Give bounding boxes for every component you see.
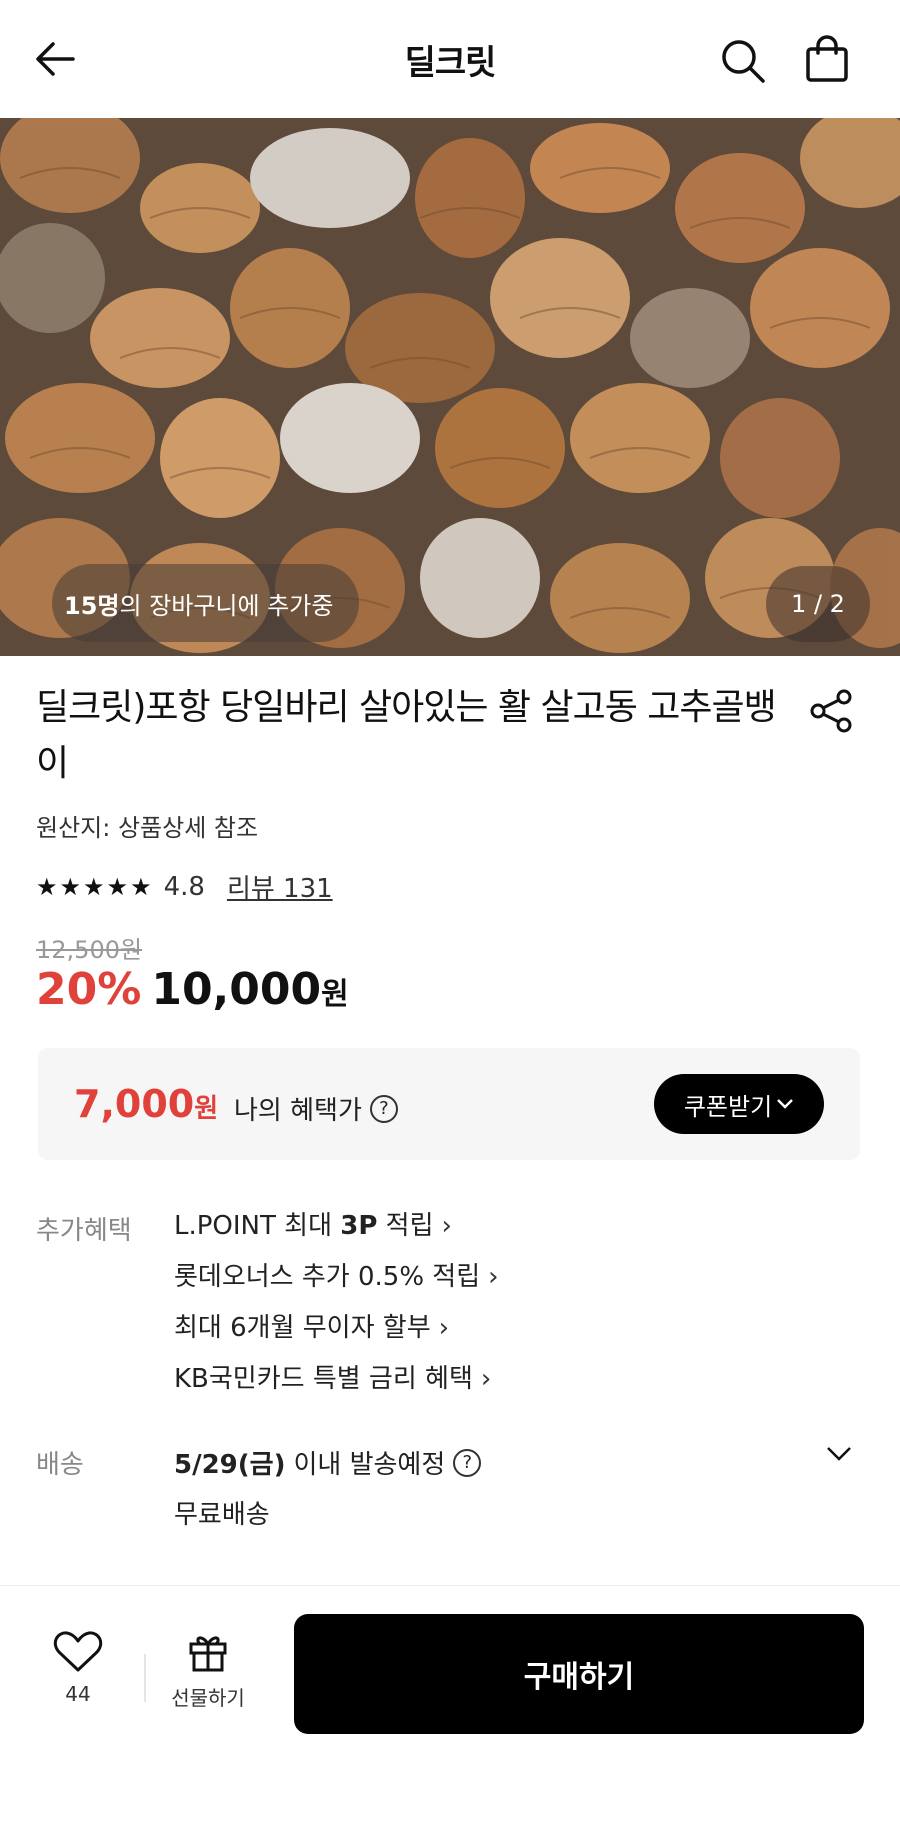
share-button[interactable] [808,688,860,740]
buy-button[interactable]: 구매하기 [294,1614,864,1734]
shipping-date: 5/29(금) 이내 발송예정 ? [174,1444,482,1481]
review-link[interactable]: 리뷰 131 [227,868,333,905]
extra-benefit-item[interactable]: 최대 6개월 무이자 할부 › [174,1312,499,1363]
like-button[interactable]: 44 [48,1630,108,1706]
product-title: 딜크릿)포항 당일바리 살아있는 활 살고동 고추골뱅이 [36,687,777,784]
sale-price: 10,000 [151,964,322,1015]
price-unit: 원 [321,977,349,1012]
image-pager: 1 / 2 [766,566,870,642]
shipping-fee: 무료배송 [174,1500,270,1530]
cart-button[interactable] [800,32,854,86]
shipping-expand-button[interactable] [824,1444,860,1476]
page-title: 딜크릿 [404,42,497,83]
search-icon [722,40,765,83]
like-count: 44 [65,1682,91,1706]
extra-benefit-item[interactable]: 롯데오너스 추가 0.5% 적립 › [174,1261,499,1312]
original-price: 12,500원 [36,936,143,964]
gift-label: 선물하기 [171,1686,245,1710]
divider [144,1654,146,1702]
extra-benefits-list: L.POINT 최대 3P 적립 › 롯데오너스 추가 0.5% 적립 › 최대 6… [174,1210,499,1414]
coupon-button[interactable]: 쿠폰받기 [654,1074,824,1134]
extra-benefit-item[interactable]: KB국민카드 특별 금리 혜택 › [174,1363,499,1414]
chevron-down-icon [777,1099,794,1109]
question-icon[interactable]: ? [369,1094,398,1123]
question-icon[interactable]: ? [453,1448,482,1477]
header: 딜크릿 [0,0,900,118]
chevron-right-icon: › [438,1313,450,1343]
origin-info: 원산지: 상품상세 참조 [36,814,259,842]
product-image[interactable]: 15명 의 장바구니에 추가중 1 / 2 [0,118,900,656]
extra-benefits-label: 추가혜택 [36,1216,132,1246]
benefit-price-box: 7,000원 나의 혜택가 ? 쿠폰받기 [38,1048,860,1160]
benefit-price: 7,000원 [74,1082,219,1126]
heart-icon [53,1631,103,1672]
arrow-left-icon [36,42,75,76]
cart-count-badge: 15명 의 장바구니에 추가중 [52,564,360,642]
extra-benefit-item[interactable]: L.POINT 최대 3P 적립 › [174,1210,499,1261]
rating-row: ★★★★★ 4.8 리뷰 131 [36,868,333,905]
price-row: 20% 10,000 원 [36,964,349,1015]
gift-button[interactable]: 선물하기 [164,1630,252,1711]
benefit-price-label[interactable]: 나의 혜택가 ? [234,1090,398,1127]
back-button[interactable] [30,34,80,84]
search-button[interactable] [716,34,770,88]
gift-icon [189,1636,227,1672]
chevron-right-icon: › [441,1211,452,1241]
discount-rate: 20% [36,964,142,1015]
chevron-right-icon: › [488,1262,499,1292]
star-rating-icon: ★★★★★ [36,872,154,901]
rating-value: 4.8 [163,871,205,902]
chevron-down-icon [827,1447,851,1461]
shopping-bag-icon [806,35,848,82]
chevron-right-icon: › [480,1364,492,1394]
share-icon [810,689,852,733]
bottom-action-bar: 44 선물하기 구매하기 [0,1586,900,1840]
shipping-label: 배송 [36,1450,84,1480]
